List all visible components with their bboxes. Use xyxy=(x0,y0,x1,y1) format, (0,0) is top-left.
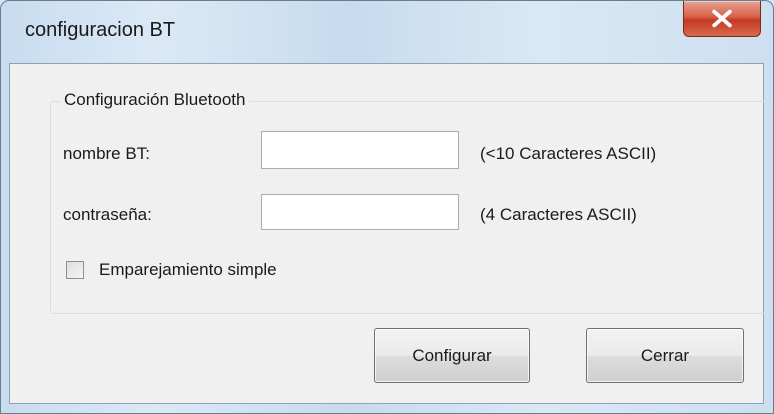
password-hint: (4 Caracteres ASCII) xyxy=(480,205,637,224)
bt-name-hint: (<10 Caracteres ASCII) xyxy=(480,144,657,163)
close-window-button[interactable] xyxy=(683,1,761,37)
bt-name-input[interactable] xyxy=(261,131,459,169)
simple-pairing-checkbox[interactable] xyxy=(66,261,84,279)
simple-pairing-label[interactable]: Emparejamiento simple xyxy=(99,260,277,280)
configure-button[interactable]: Configurar xyxy=(374,328,530,383)
close-button[interactable]: Cerrar xyxy=(586,328,744,383)
groupbox-title: Configuración Bluetooth xyxy=(60,90,250,110)
bt-name-label: nombre BT: xyxy=(63,144,150,163)
password-label: contraseña: xyxy=(63,205,152,224)
dialog-window: configuracion BT Configuración Bluetooth… xyxy=(0,0,774,414)
window-title: configuracion BT xyxy=(25,19,176,41)
close-x-icon xyxy=(712,9,732,28)
dialog-client-area: Configuración Bluetooth nombre BT: (<10 … xyxy=(9,63,771,404)
title-bar[interactable]: configuracion BT xyxy=(1,1,773,63)
password-input[interactable] xyxy=(261,194,459,230)
